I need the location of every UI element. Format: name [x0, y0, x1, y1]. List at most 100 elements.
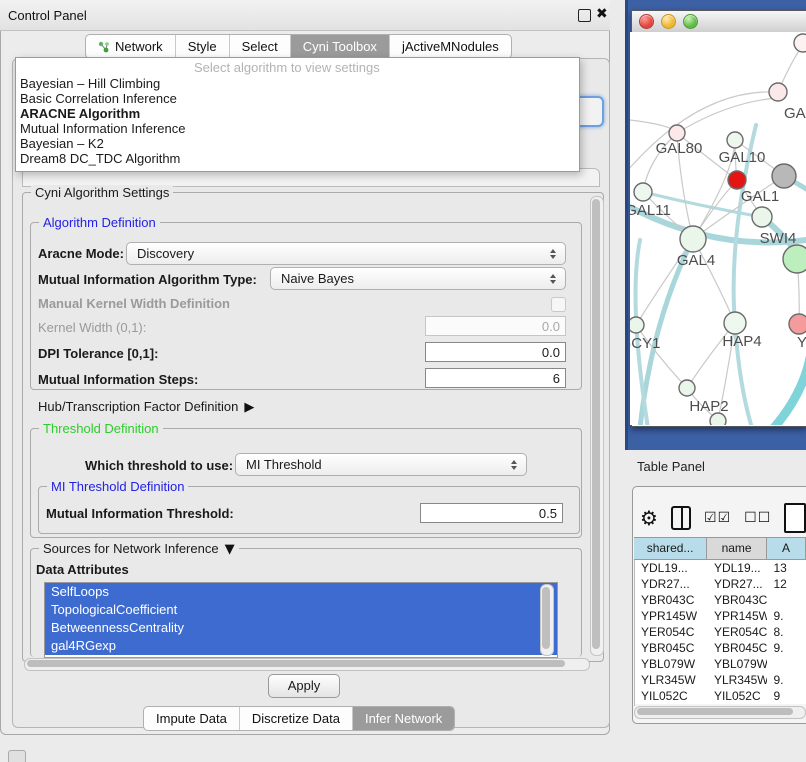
- tab-impute-data[interactable]: Impute Data: [144, 707, 240, 730]
- scrollbar-thumb[interactable]: [27, 660, 565, 667]
- table-row[interactable]: YPR145WYPR145W9.: [635, 608, 806, 624]
- tab-cyni-toolbox[interactable]: Cyni Toolbox: [291, 35, 390, 58]
- table-cell[interactable]: YER054C: [635, 624, 708, 640]
- tab-select[interactable]: Select: [230, 35, 291, 58]
- tab-jactivemnodules[interactable]: jActiveMNodules: [390, 35, 511, 58]
- table-row[interactable]: YBR045CYBR045C9.: [635, 640, 806, 656]
- manual-kernel-width-checkbox[interactable]: [551, 297, 566, 312]
- table-cell[interactable]: YDR27...: [708, 576, 768, 592]
- attribute-list-item[interactable]: SelfLoops: [45, 583, 557, 601]
- network-node-gal1[interactable]: [752, 207, 772, 227]
- tab-style[interactable]: Style: [176, 35, 230, 58]
- algorithm-placeholder-item[interactable]: Select algorithm to view settings: [16, 58, 579, 76]
- file-icon[interactable]: [784, 503, 806, 533]
- table-cell[interactable]: YBR045C: [635, 640, 708, 656]
- network-node-hap2[interactable]: [679, 380, 695, 396]
- which-threshold-select[interactable]: MI Threshold: [235, 453, 527, 476]
- settings-vertical-scrollbar[interactable]: [590, 196, 604, 656]
- zoom-traffic-light-icon[interactable]: [683, 14, 698, 29]
- network-node-gcy1[interactable]: [630, 317, 644, 333]
- table-cell[interactable]: YDR27...: [635, 576, 708, 592]
- table-cell[interactable]: YBL079W: [708, 656, 768, 672]
- split-columns-icon[interactable]: [671, 506, 691, 530]
- mi-threshold-field[interactable]: 0.5: [420, 503, 563, 523]
- table-cell[interactable]: YIL052C: [708, 688, 768, 704]
- expand-right-icon[interactable]: ▶: [244, 400, 254, 415]
- table-cell[interactable]: YLR345W: [708, 672, 768, 688]
- table-cell[interactable]: 12: [767, 576, 806, 592]
- network-node[interactable]: [772, 164, 796, 188]
- attribute-list-item[interactable]: TopologicalCoefficient: [45, 601, 557, 619]
- table-horizontal-scrollbar[interactable]: [634, 706, 806, 719]
- mi-steps-field[interactable]: 6: [425, 368, 566, 388]
- algorithm-list-item[interactable]: Basic Correlation Inference: [16, 91, 579, 106]
- collapse-down-icon[interactable]: ▼: [225, 542, 235, 557]
- apply-button[interactable]: Apply: [268, 674, 340, 698]
- restore-panel-icon[interactable]: [8, 750, 26, 762]
- column-header-shared[interactable]: shared...: [634, 538, 707, 559]
- table-row[interactable]: YIL052CYIL052C9: [635, 688, 806, 704]
- mi-algorithm-type-select[interactable]: Naive Bayes: [270, 267, 566, 290]
- table-cell[interactable]: 9: [767, 688, 806, 704]
- table-cell[interactable]: YBR043C: [708, 592, 768, 608]
- close-traffic-light-icon[interactable]: [639, 14, 654, 29]
- table-cell[interactable]: [767, 656, 806, 672]
- gear-icon[interactable]: ⚙: [640, 508, 658, 528]
- kernel-width-field[interactable]: 0.0: [425, 316, 566, 336]
- dpi-tolerance-field[interactable]: 0.0: [425, 342, 566, 362]
- network-node[interactable]: [710, 413, 726, 425]
- network-node-swi4[interactable]: [783, 245, 806, 273]
- table-cell[interactable]: YBR045C: [708, 640, 768, 656]
- network-window-titlebar[interactable]: [632, 11, 806, 33]
- table-cell[interactable]: YBL079W: [635, 656, 708, 672]
- table-row[interactable]: YDR27...YDR27...12: [635, 576, 806, 592]
- control-panel-titlebar[interactable]: [0, 0, 610, 31]
- column-header-name[interactable]: name: [707, 538, 767, 559]
- network-node[interactable]: [728, 171, 746, 189]
- algorithm-list-item[interactable]: Dream8 DC_TDC Algorithm: [16, 151, 579, 166]
- network-node-gal11[interactable]: [634, 183, 652, 201]
- table-cell[interactable]: YDL19...: [635, 560, 708, 576]
- algorithm-list-item[interactable]: Bayesian – K2: [16, 136, 579, 151]
- network-node-gal4[interactable]: [680, 226, 706, 252]
- network-node-gal80[interactable]: [669, 125, 685, 141]
- table-cell[interactable]: [767, 592, 806, 608]
- table-cell[interactable]: YIL052C: [635, 688, 708, 704]
- tab-network[interactable]: Network: [86, 35, 176, 58]
- network-node-hap4[interactable]: [724, 312, 746, 334]
- attributes-vertical-scrollbar[interactable]: [540, 584, 554, 656]
- network-node[interactable]: [794, 34, 806, 52]
- table-row[interactable]: YER054CYER054C8.: [635, 624, 806, 640]
- unchecked-pair-icon[interactable]: ☐☐: [744, 510, 771, 526]
- table-row[interactable]: YDL19...YDL19...13: [635, 560, 806, 576]
- network-node-y[interactable]: [789, 314, 806, 334]
- network-node-gal10[interactable]: [727, 132, 743, 148]
- data-attributes-list[interactable]: SelfLoopsTopologicalCoefficientBetweenne…: [44, 582, 558, 658]
- algorithm-list-item[interactable]: Mutual Information Inference: [16, 121, 579, 136]
- network-canvas[interactable]: GALGAL80GAL10GAL11GAL1SWI4GAL4GCY1HAP4YH…: [630, 32, 806, 425]
- table-cell[interactable]: 9.: [767, 640, 806, 656]
- aracne-mode-select[interactable]: Discovery: [126, 242, 566, 265]
- close-panel-icon[interactable]: ✖: [596, 6, 608, 22]
- network-node-gal[interactable]: [769, 83, 787, 101]
- hub-definition-expander[interactable]: Hub/Transcription Factor Definition▶: [38, 399, 254, 415]
- column-header-partial[interactable]: A: [767, 538, 806, 559]
- table-cell[interactable]: YDL19...: [708, 560, 768, 576]
- float-window-icon[interactable]: [578, 9, 591, 22]
- attribute-list-item[interactable]: gal4RGexp: [45, 637, 557, 655]
- tab-infer-network[interactable]: Infer Network: [353, 707, 454, 730]
- table-cell[interactable]: 8.: [767, 624, 806, 640]
- scrollbar-thumb[interactable]: [592, 199, 600, 649]
- attribute-list-item[interactable]: BetweennessCentrality: [45, 619, 557, 637]
- table-row[interactable]: YBL079WYBL079W: [635, 656, 806, 672]
- table-cell[interactable]: 9.: [767, 608, 806, 624]
- minimize-traffic-light-icon[interactable]: [661, 14, 676, 29]
- table-row[interactable]: YLR345WYLR345W9.: [635, 672, 806, 688]
- table-row[interactable]: YBR043CYBR043C: [635, 592, 806, 608]
- table-cell[interactable]: YER054C: [708, 624, 768, 640]
- table-cell[interactable]: YLR345W: [635, 672, 708, 688]
- table-cell[interactable]: YPR145W: [635, 608, 708, 624]
- table-cell[interactable]: 13: [767, 560, 806, 576]
- scrollbar-thumb[interactable]: [542, 587, 550, 649]
- table-cell[interactable]: 9.: [767, 672, 806, 688]
